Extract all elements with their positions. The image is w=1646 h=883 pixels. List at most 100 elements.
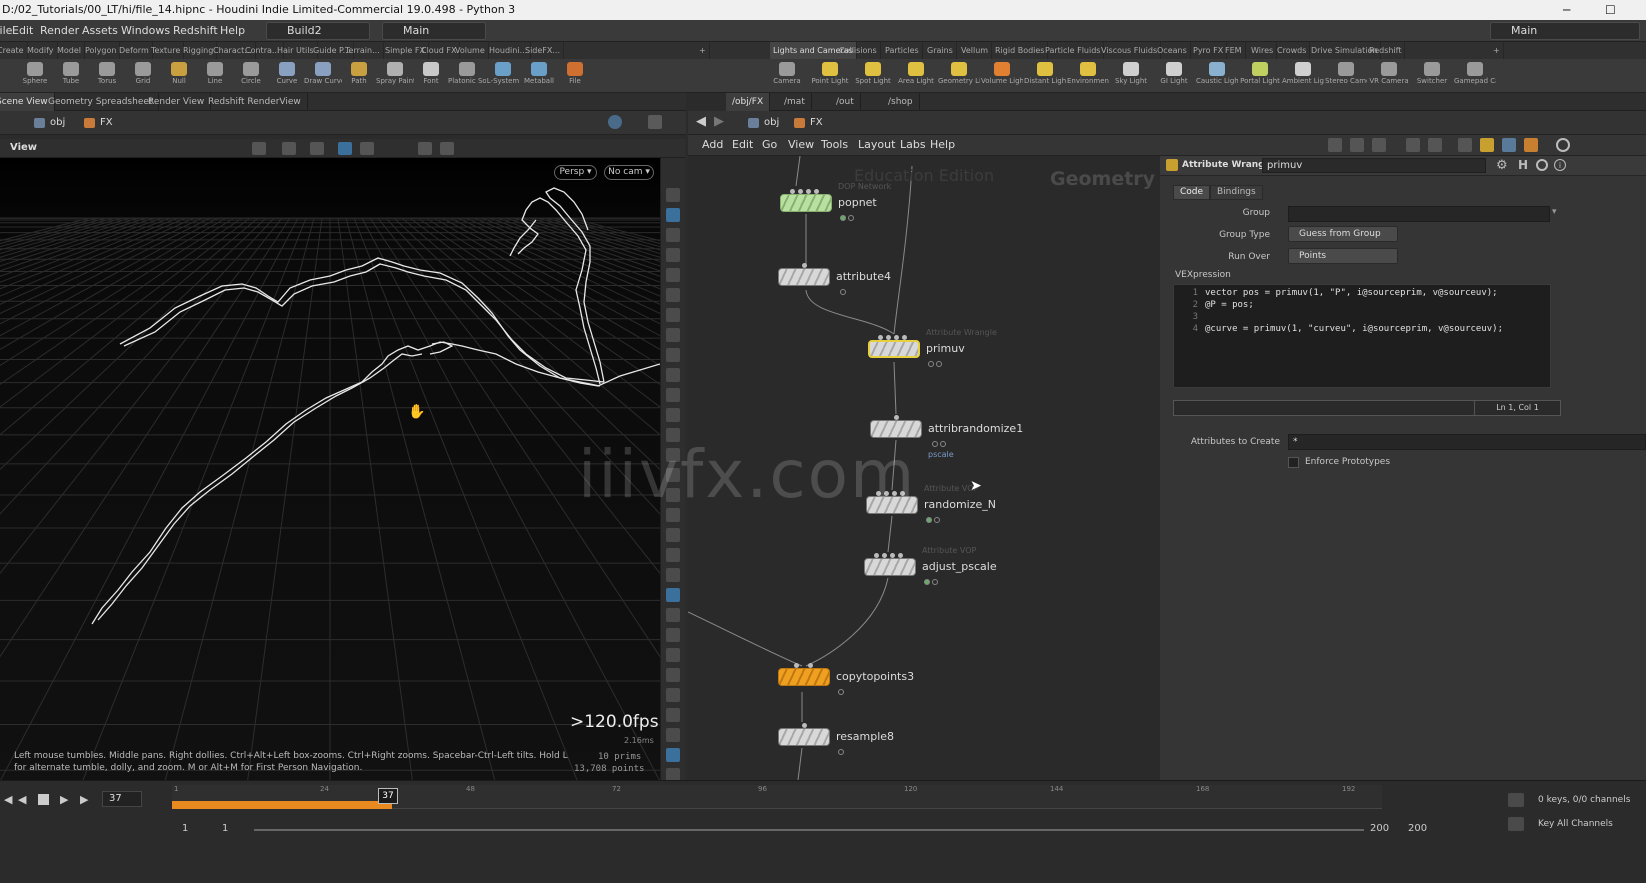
run-over-menu[interactable]: Points [1288,248,1398,264]
shelf-tab-11[interactable]: Terrain... [342,42,384,59]
pin-icon[interactable] [608,115,622,129]
display-option-icon-3[interactable] [666,248,680,262]
menu-redshift[interactable]: Redshift [173,24,218,37]
tool-right-10[interactable]: Caustic Light [1196,59,1238,93]
menu-edit[interactable]: Edit [12,24,33,37]
display-option-icon-23[interactable] [666,648,680,662]
range-slider[interactable] [254,829,1364,831]
right-pane-tab-1[interactable]: /mat [778,93,812,111]
display-option-icon-6[interactable] [666,308,680,322]
tool-right-6[interactable]: Distant Light [1024,59,1066,93]
tool-right-12[interactable]: Ambient Light [1282,59,1324,93]
tool-left-6[interactable]: Circle [232,59,270,93]
shelf-tab-right-12[interactable]: Crowds [1274,42,1311,59]
node-name-field[interactable]: primuv [1262,158,1486,173]
play-icon[interactable]: ▶ [60,793,68,806]
net-menu-labs[interactable]: Labs [900,138,926,151]
tool-right-4[interactable]: Geometry Light [938,59,980,93]
tool-left-8[interactable]: Draw Curve [304,59,342,93]
display-option-icon-2[interactable] [666,228,680,242]
shelf-tab-right-14[interactable]: Redshift [1366,42,1406,59]
tool-left-4[interactable]: Null [160,59,198,93]
display-option-icon-9[interactable] [666,368,680,382]
link-icon[interactable] [648,115,662,129]
group-field[interactable] [1288,206,1550,222]
jump-start-icon[interactable]: ◀ [4,793,12,806]
right-pane-tab-0[interactable]: /obj/FX [726,93,771,111]
list-icon[interactable] [1372,138,1386,152]
desktop-selector-build[interactable]: Build2 [266,22,370,40]
net-menu-edit[interactable]: Edit [732,138,753,151]
shelf-tab-right-10[interactable]: FEM [1222,42,1246,59]
param-tab-bindings[interactable]: Bindings [1210,185,1263,200]
menu-assets[interactable]: Assets [82,24,118,37]
shelf-tab-right-11[interactable]: Wires [1248,42,1278,59]
tool-left-9[interactable]: Path [340,59,378,93]
tool-right-9[interactable]: GI Light [1153,59,1195,93]
menu-windows[interactable]: Windows [121,24,170,37]
shelf-tab-14[interactable]: Volume [452,42,489,59]
display-option-icon-5[interactable] [666,288,680,302]
right-pane-tab-2[interactable]: /out [830,93,861,111]
folder-icon[interactable] [1524,138,1538,152]
snap-icon[interactable] [418,142,432,155]
move-tool-icon[interactable] [282,142,296,155]
tool-right-14[interactable]: VR Camera [1368,59,1410,93]
gear-icon[interactable]: ⚙ [1496,158,1508,173]
display-option-icon-4[interactable] [666,268,680,282]
menu-file[interactable]: File [0,24,12,37]
display-option-icon-18[interactable] [666,548,680,562]
display-option-icon-7[interactable] [666,328,680,342]
shelf-tab-right-8[interactable]: Oceans [1154,42,1191,59]
shelf-tab-right-6[interactable]: Particle Fluids [1042,42,1105,59]
display-option-icon-21[interactable] [666,608,680,622]
tool-right-13[interactable]: Stereo Camera [1325,59,1367,93]
tool-right-1[interactable]: Point Light [809,59,851,93]
tool-right-8[interactable]: Sky Light [1110,59,1152,93]
frame-field[interactable]: 37 [102,791,142,807]
grid-icon[interactable] [1406,138,1420,152]
vex-code-editor[interactable]: 1 vector pos = primuv(1, "P", i@sourcepri… [1173,284,1551,388]
key-all-channels-button[interactable]: Key All Channels [1538,819,1613,829]
note-icon[interactable] [1480,138,1494,152]
left-pane-tab-3[interactable]: Redshift RenderView [202,93,308,111]
shelf-tab-1[interactable]: Modify [24,42,58,59]
path-fx[interactable]: FX [82,115,113,131]
tool-left-1[interactable]: Tube [52,59,90,93]
display-option-icon-27[interactable] [666,728,680,742]
add-shelf-tab-icon[interactable]: + [696,42,710,59]
display-option-icon-10[interactable] [666,388,680,402]
display-option-icon-19[interactable] [666,568,680,582]
wrench-icon[interactable] [1328,138,1342,152]
display-option-icon-17[interactable] [666,528,680,542]
right-pane-tab-3[interactable]: /shop [882,93,920,111]
tool-left-0[interactable]: Sphere [16,59,54,93]
camera-tool-icon[interactable] [440,142,454,155]
search-icon[interactable] [1556,138,1570,152]
shelf-tab-right-2[interactable]: Particles [882,42,923,59]
enforce-prototypes-checkbox[interactable] [1288,457,1299,468]
left-pane-tab-2[interactable]: Render View [142,93,212,111]
net-path-fx[interactable]: FX [792,115,823,131]
tool-left-15[interactable]: File [556,59,594,93]
display-option-icon-1[interactable] [666,208,680,222]
right-desktop-selector[interactable]: Main [1490,22,1640,40]
jump-end-icon[interactable]: ▶ [80,793,88,806]
display-option-icon-8[interactable] [666,348,680,362]
persp-menu[interactable]: Persp ▾ [554,165,597,180]
group-type-menu[interactable]: Guess from Group [1288,226,1398,242]
attrs-to-create-field[interactable]: * [1288,434,1646,450]
tool-right-7[interactable]: Environment Light [1067,59,1109,93]
layout-icon[interactable] [1428,138,1442,152]
back-icon[interactable]: ◀ [696,114,706,129]
tree-icon[interactable] [1350,138,1364,152]
tool-left-12[interactable]: Platonic Solids [448,59,486,93]
shelf-tab-right-4[interactable]: Vellum [958,42,993,59]
tool-left-13[interactable]: L-System [484,59,522,93]
tool-right-15[interactable]: Switcher [1411,59,1453,93]
add-shelf-tab-right-icon[interactable]: + [1490,42,1504,59]
display-option-icon-24[interactable] [666,668,680,682]
select-tool-icon[interactable] [252,142,266,155]
desktop-selector-main[interactable]: Main [382,22,486,40]
tool-right-11[interactable]: Portal Light [1239,59,1281,93]
